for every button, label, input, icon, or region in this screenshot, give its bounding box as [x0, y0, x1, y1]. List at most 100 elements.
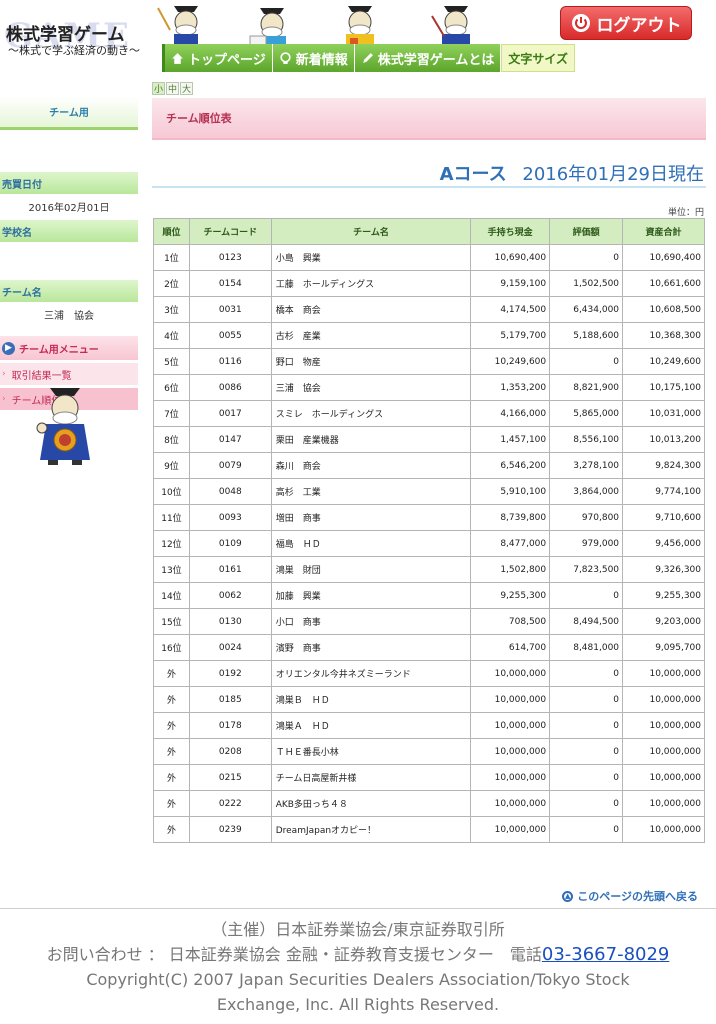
- cell-valuation: 1,502,500: [549, 270, 624, 297]
- as-of-date: 2016年01月29日現在: [522, 164, 704, 185]
- cell-team-code: 0055: [188, 322, 272, 349]
- font-size-small-button[interactable]: 小: [152, 82, 165, 95]
- cell-cash: 10,000,000: [470, 764, 551, 791]
- cell-team-code: 0079: [188, 452, 272, 479]
- course-heading: Aコース 2016年01月29日現在: [440, 160, 704, 186]
- table-row: 9位 0079 森川 商会 6,546,200 3,278,100 9,824,300: [153, 452, 705, 479]
- cell-team-name: 野口 物産: [270, 348, 472, 375]
- site-footer: （主催）日本証券業協会/東京証券取引所 お問い合わせ ： 日本証券業協会 金融・…: [0, 908, 716, 1017]
- cell-team-name: 古杉 産業: [270, 322, 472, 349]
- cell-team-name: 橋本 商会: [270, 296, 472, 323]
- cell-valuation: 979,000: [549, 530, 624, 557]
- cell-rank: 3位: [153, 296, 190, 323]
- cell-rank: 2位: [153, 270, 190, 297]
- table-row: 8位 0147 栗田 産業機器 1,457,100 8,556,100 10,013,20…: [153, 426, 705, 453]
- logout-button[interactable]: ログアウト: [560, 6, 692, 40]
- nav-top-page[interactable]: トップページ: [162, 44, 273, 72]
- table-row: 1位 0123 小島 興業 10,690,400 0 10,690,400: [153, 244, 705, 271]
- school-label: 学校名: [0, 220, 138, 242]
- table-row: 3位 0031 橋本 商会 4,174,500 6,434,000 10,608,500: [153, 296, 705, 323]
- cell-team-name: AKB多田っち４８: [270, 790, 472, 817]
- cell-total-assets: 10,000,000: [622, 712, 705, 739]
- table-row: 4位 0055 古杉 産業 5,179,700 5,188,600 10,368,300: [153, 322, 705, 349]
- professor-mascot-illustration: [36, 388, 90, 465]
- cell-valuation: 0: [549, 348, 624, 375]
- cell-rank: 16位: [153, 634, 190, 661]
- site-logo[interactable]: GAME 株式学習ゲーム 〜株式で学ぶ経済の動き〜: [4, 8, 152, 60]
- nav-news[interactable]: 新着情報: [272, 44, 355, 72]
- play-icon: ▶: [2, 341, 15, 355]
- cell-team-code: 0093: [188, 504, 272, 531]
- top-nav: トップページ 新着情報 株式学習ゲームとは 文字サイズ: [162, 44, 576, 72]
- cell-total-assets: 9,095,700: [622, 634, 705, 661]
- cell-team-code: 0024: [188, 634, 272, 661]
- table-row: 13位 0161 鴻巣 財団 1,502,800 7,823,500 9,326,300: [153, 556, 705, 583]
- cell-total-assets: 10,000,000: [622, 738, 705, 765]
- bulb-icon: [280, 51, 291, 64]
- footer-copyright-line2: Exchange, Inc. All Rights Reserved.: [216, 995, 500, 1014]
- cell-cash: 10,000,000: [470, 712, 551, 739]
- col-team-name: チーム名: [270, 218, 472, 245]
- cell-total-assets: 10,368,300: [622, 322, 705, 349]
- table-row: 11位 0093 増田 商事 8,739,800 970,800 9,710,600: [153, 504, 705, 531]
- cell-team-name: 小口 商事: [270, 608, 472, 635]
- table-row: 2位 0154 工藤 ホールディングス 9,159,100 1,502,500 10,66…: [153, 270, 705, 297]
- cell-valuation: 0: [549, 764, 624, 791]
- table-row: 7位 0017 スミレ ホールディングス 4,166,000 5,865,000 10,0…: [153, 400, 705, 427]
- cell-valuation: 8,481,000: [549, 634, 624, 661]
- table-row: 外 0239 DreamJapanオカピー！ 10,000,000 0 10,000,00…: [153, 816, 705, 843]
- font-size-large-button[interactable]: 大: [180, 82, 193, 95]
- cell-total-assets: 10,690,400: [622, 244, 705, 271]
- cell-total-assets: 10,031,000: [622, 400, 705, 427]
- back-to-top-link[interactable]: ▲ このページの先頭へ戻る: [562, 888, 698, 904]
- table-row: 外 0192 オリエンタル今井ネズミーランド 10,000,000 0 10,000,00…: [153, 660, 705, 687]
- cell-rank: 外: [153, 816, 190, 843]
- cell-rank: 15位: [153, 608, 190, 635]
- table-row: 6位 0086 三浦 協会 1,353,200 8,821,900 10,175,100: [153, 374, 705, 401]
- course-name: Aコース: [439, 164, 507, 185]
- cell-team-name: オリエンタル今井ネズミーランド: [270, 660, 472, 687]
- phone-link[interactable]: 03-3667-8029: [542, 944, 670, 965]
- col-cash: 手持ち現金: [470, 218, 551, 245]
- cell-valuation: 8,821,900: [549, 374, 624, 401]
- cell-rank: 外: [153, 790, 190, 817]
- cell-cash: 10,000,000: [470, 660, 551, 687]
- nav-about[interactable]: 株式学習ゲームとは: [354, 44, 502, 72]
- table-row: 15位 0130 小口 商事 708,500 8,494,500 9,203,000: [153, 608, 705, 635]
- team-value: 三浦 協会: [44, 310, 94, 322]
- table-row: 12位 0109 福島 ＨＤ 8,477,000 979,000 9,456,000: [153, 530, 705, 557]
- cell-cash: 4,166,000: [470, 400, 551, 427]
- cell-team-name: 森川 商会: [270, 452, 472, 479]
- nav-label: 新着情報: [295, 52, 348, 68]
- cell-total-assets: 9,203,000: [622, 608, 705, 635]
- cell-team-name: 鴻巣Ｂ ＨＤ: [270, 686, 472, 713]
- cell-cash: 5,910,100: [470, 478, 551, 505]
- table-row: 5位 0116 野口 物産 10,249,600 0 10,249,600: [153, 348, 705, 375]
- font-size-medium-button[interactable]: 中: [166, 82, 179, 95]
- cell-team-code: 0192: [188, 660, 272, 687]
- logout-label: ログアウト: [596, 15, 682, 36]
- cell-cash: 9,255,300: [470, 582, 551, 609]
- cell-valuation: 0: [549, 738, 624, 765]
- cell-total-assets: 10,000,000: [622, 790, 705, 817]
- cell-team-code: 0208: [188, 738, 272, 765]
- cell-valuation: 8,494,500: [549, 608, 624, 635]
- cell-valuation: 0: [549, 244, 624, 271]
- cell-total-assets: 10,000,000: [622, 764, 705, 791]
- col-team-code: チームコード: [188, 218, 272, 245]
- cell-rank: 9位: [153, 452, 190, 479]
- sidebar-item-trade-results[interactable]: › 取引結果一覧: [0, 363, 138, 385]
- team-menu-heading-label: チーム用メニュー: [19, 344, 99, 356]
- cell-cash: 8,739,800: [470, 504, 551, 531]
- cell-rank: 外: [153, 764, 190, 791]
- cell-team-code: 0185: [188, 686, 272, 713]
- table-row: 外 0208 ＴＨＥ番長小林 10,000,000 0 10,000,000: [153, 738, 705, 765]
- cell-rank: 外: [153, 738, 190, 765]
- cell-team-name: 栗田 産業機器: [270, 426, 472, 453]
- cell-team-name: 鴻巣 財団: [270, 556, 472, 583]
- cell-team-code: 0130: [188, 608, 272, 635]
- cell-team-name: ＴＨＥ番長小林: [270, 738, 472, 765]
- cell-team-code: 0048: [188, 478, 272, 505]
- cell-team-name: 高杉 工業: [270, 478, 472, 505]
- table-row: 14位 0062 加藤 興業 9,255,300 0 9,255,300: [153, 582, 705, 609]
